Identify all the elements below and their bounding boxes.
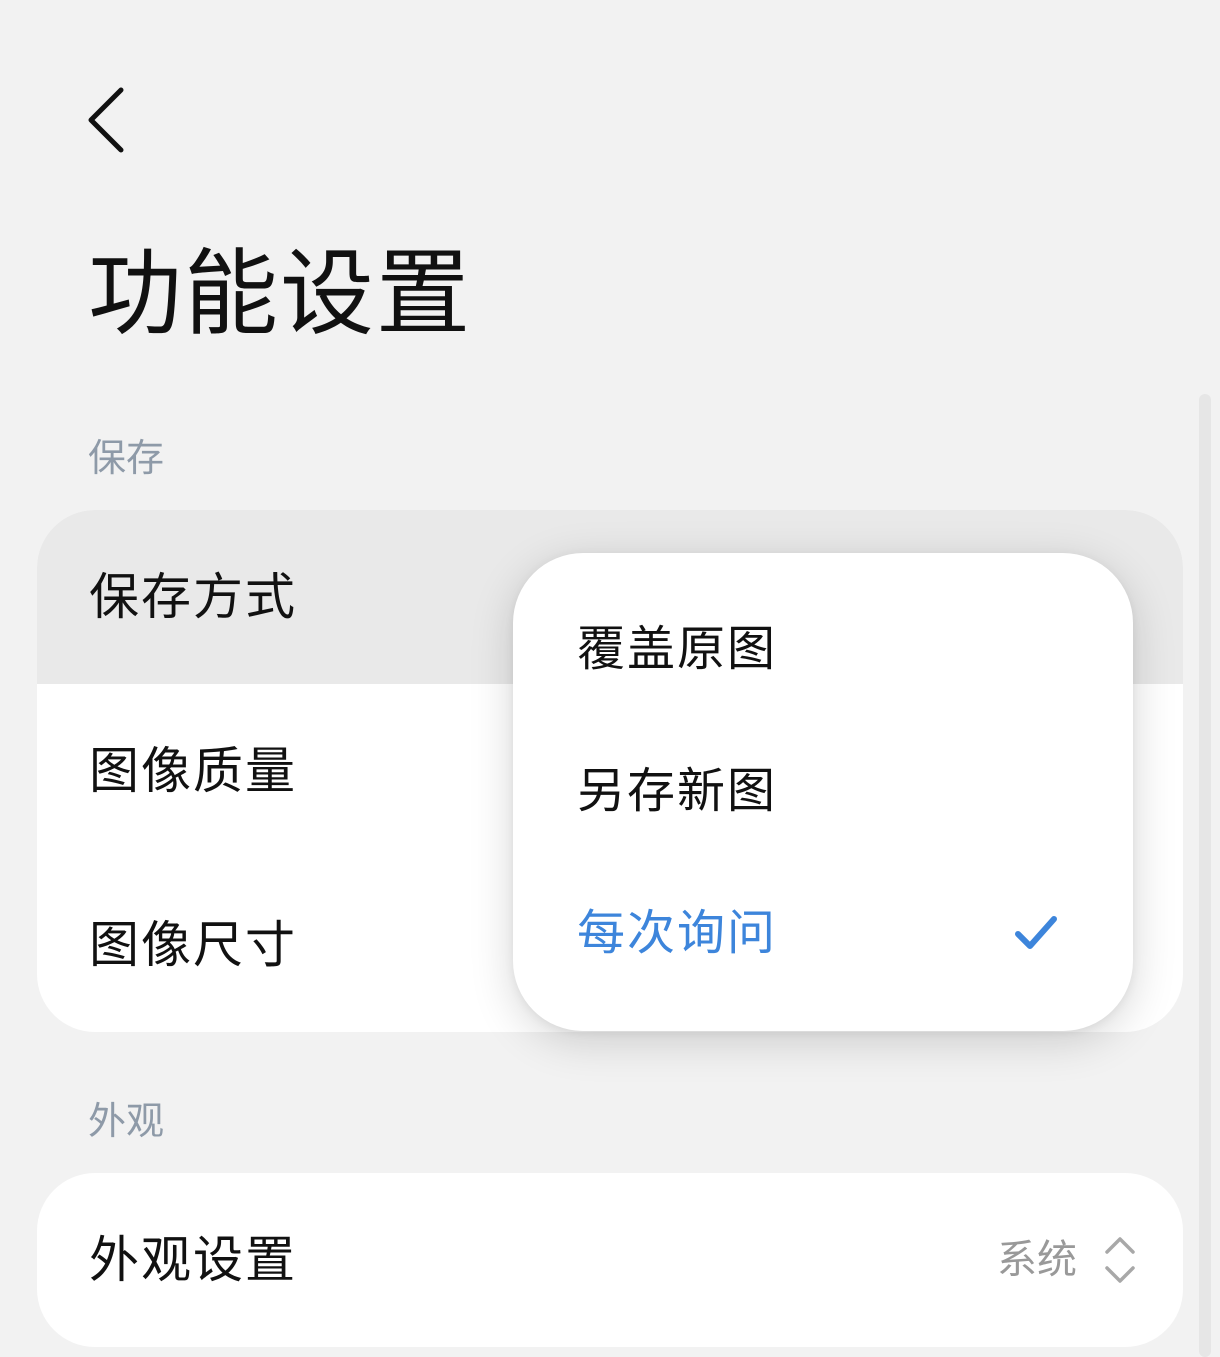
image-size-label: 图像尺寸 xyxy=(89,916,297,974)
menu-item-label: 另存新图 xyxy=(577,763,778,819)
menu-item-overwrite-original[interactable]: 覆盖原图 xyxy=(513,579,1133,721)
menu-item-label: 覆盖原图 xyxy=(577,621,778,677)
menu-item-save-as-new[interactable]: 另存新图 xyxy=(513,721,1133,863)
up-down-chevron-icon xyxy=(1105,1237,1135,1283)
appearance-settings-card: 外观设置 系统 xyxy=(37,1173,1183,1347)
menu-item-ask-every-time[interactable]: 每次询问 xyxy=(513,863,1133,1005)
image-quality-label: 图像质量 xyxy=(89,742,297,800)
menu-item-label: 每次询问 xyxy=(577,905,778,961)
save-mode-label: 保存方式 xyxy=(89,568,297,626)
save-mode-popup-menu: 覆盖原图 另存新图 每次询问 xyxy=(513,553,1133,1031)
section-header-save: 保存 xyxy=(88,436,165,480)
appearance-setting-label: 外观设置 xyxy=(89,1231,297,1289)
appearance-setting-value: 系统 xyxy=(997,1237,1077,1283)
appearance-setting-row[interactable]: 外观设置 系统 xyxy=(37,1173,1183,1347)
section-header-appearance: 外观 xyxy=(88,1099,165,1143)
scrollbar[interactable] xyxy=(1199,394,1211,1357)
chevron-left-icon xyxy=(88,87,124,153)
page-title: 功能设置 xyxy=(88,240,473,349)
checkmark-icon xyxy=(1015,916,1057,949)
back-button[interactable] xyxy=(70,78,140,162)
